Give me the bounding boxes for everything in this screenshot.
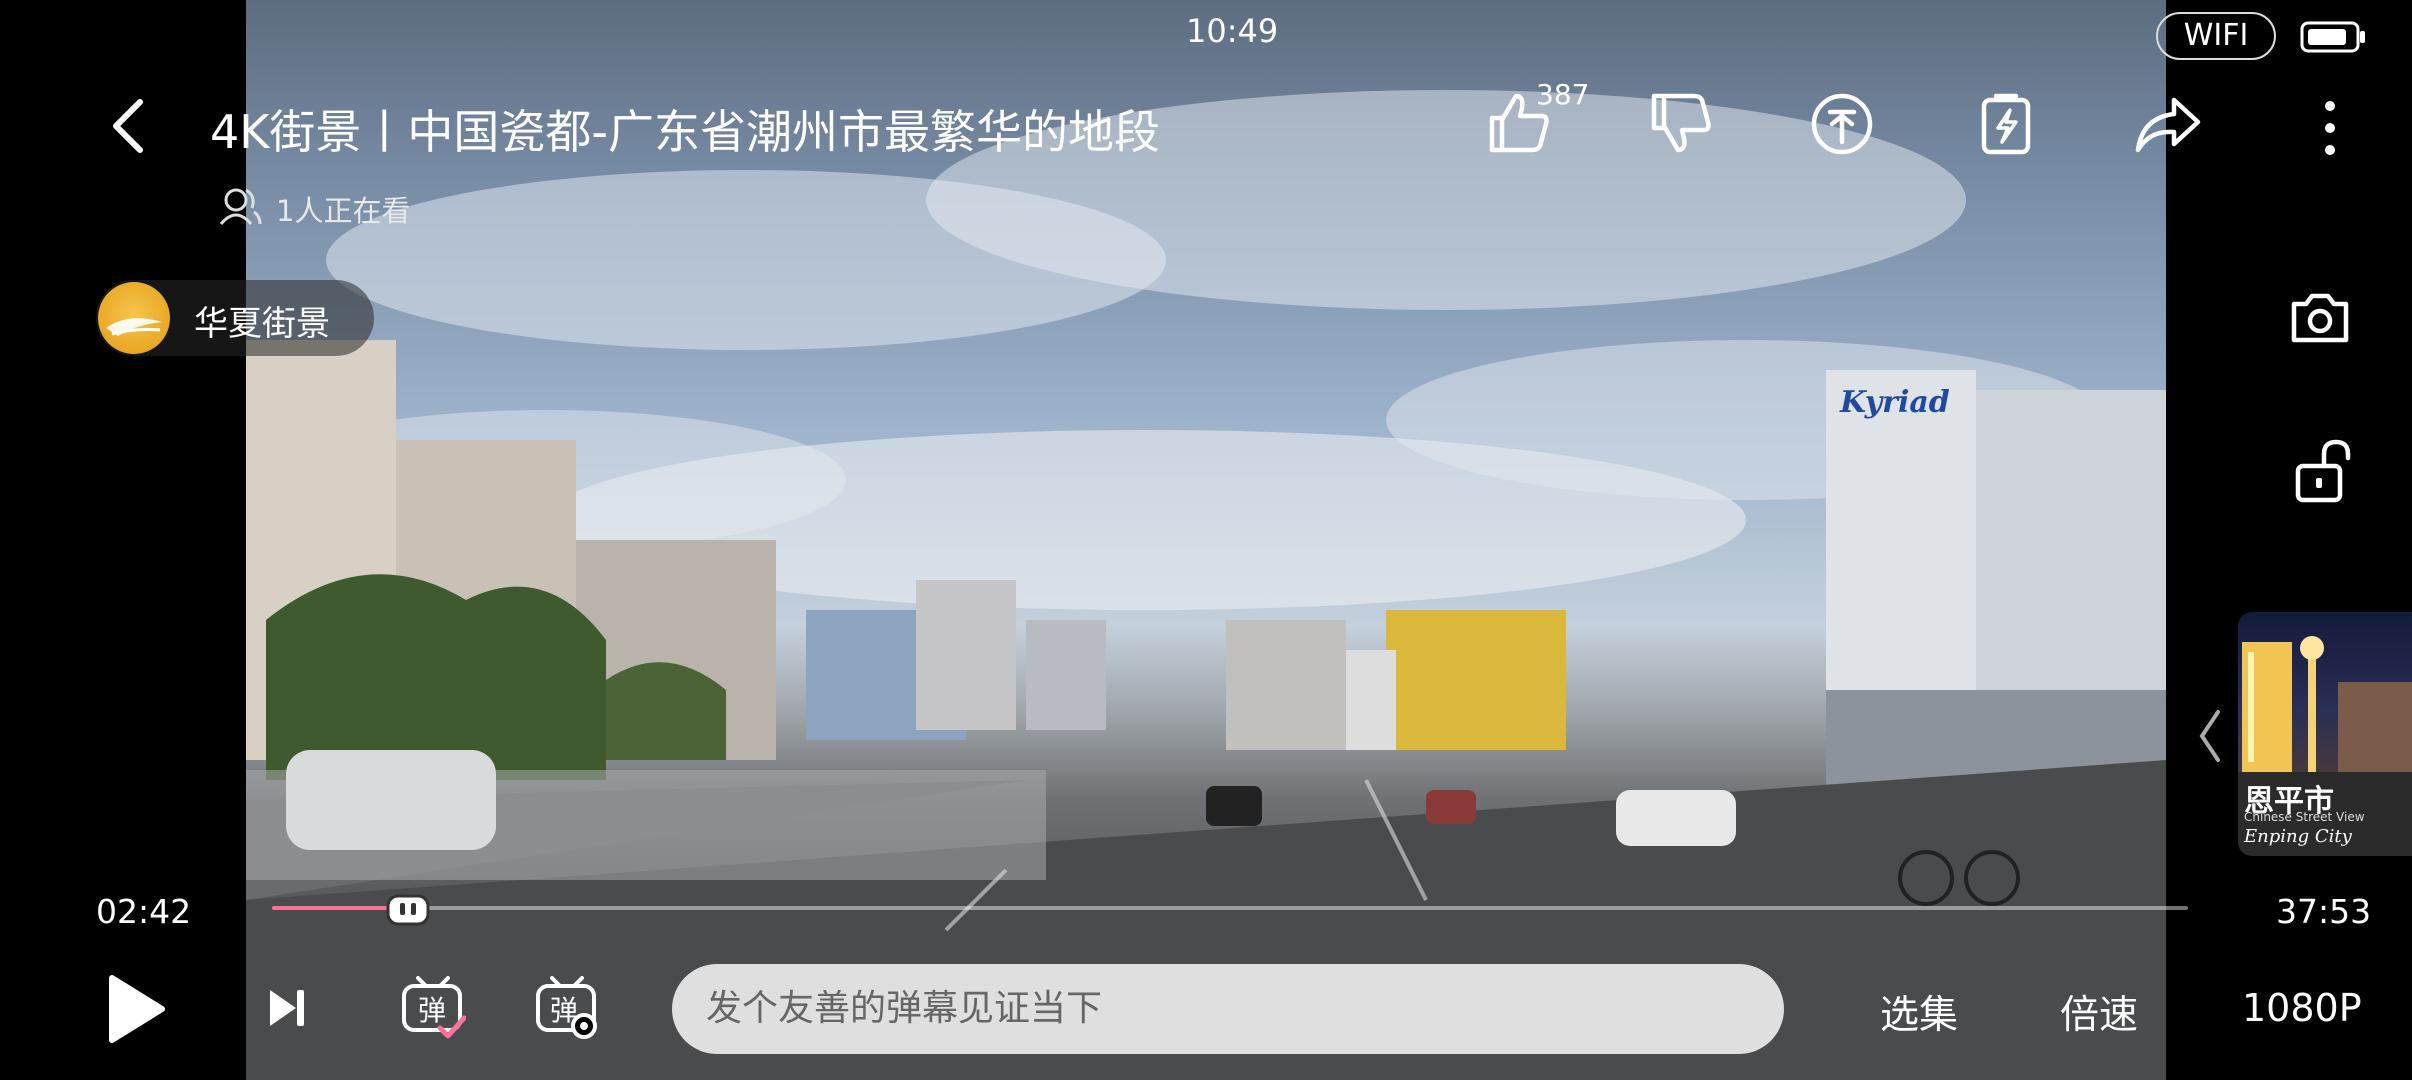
svg-text:Kyriad: Kyriad xyxy=(1839,385,1950,420)
video-title: 4K街景丨中国瓷都-广东省潮州市最繁华的地段 xyxy=(210,105,1161,159)
back-arrow-icon[interactable] xyxy=(108,96,148,156)
status-time: 10:49 xyxy=(1186,12,1279,50)
street-scene-image: Kyriad xyxy=(246,90,2166,1080)
recommended-subtitle-en: Enping City xyxy=(2244,826,2352,847)
channel-name[interactable]: 华夏街景 xyxy=(194,296,330,345)
more-vertical-icon[interactable] xyxy=(2318,100,2342,156)
battery-icon xyxy=(2300,20,2366,54)
viewer-count: 1人正在看 xyxy=(276,194,411,228)
speed-button[interactable]: 倍速 xyxy=(2060,984,2138,1040)
play-icon[interactable] xyxy=(104,972,168,1046)
svg-text:弹: 弹 xyxy=(418,994,446,1027)
viewers-icon xyxy=(218,186,262,226)
progress-thumb-icon[interactable] xyxy=(384,890,432,930)
chevron-left-icon[interactable] xyxy=(2196,708,2224,764)
progress-bar[interactable] xyxy=(272,906,2188,910)
channel-avatar[interactable] xyxy=(98,282,170,354)
wifi-badge: WIFI xyxy=(2156,12,2276,60)
danmaku-input[interactable]: 发个友善的弹幕见证当下 xyxy=(672,964,1784,1054)
unlock-icon[interactable] xyxy=(2294,438,2354,504)
episodes-button[interactable]: 选集 xyxy=(1880,984,1958,1040)
charge-icon[interactable] xyxy=(1978,90,2034,156)
total-time: 37:53 xyxy=(2276,892,2372,931)
quality-button[interactable]: 1080P xyxy=(2242,986,2362,1030)
video-frame[interactable]: Kyriad xyxy=(246,0,2166,1080)
danmaku-toggle-icon[interactable]: 弹 xyxy=(400,974,466,1040)
like-count: 387 xyxy=(1536,78,1590,111)
current-time: 02:42 xyxy=(96,892,192,931)
danmaku-settings-icon[interactable]: 弹 xyxy=(534,974,600,1040)
dislike-icon[interactable] xyxy=(1648,90,1714,156)
recommended-subtitle: Chinese Street View xyxy=(2244,810,2365,824)
camera-icon[interactable] xyxy=(2288,290,2352,346)
share-icon[interactable] xyxy=(2134,94,2202,154)
next-icon[interactable] xyxy=(266,986,308,1030)
coin-icon[interactable] xyxy=(1810,92,1874,156)
